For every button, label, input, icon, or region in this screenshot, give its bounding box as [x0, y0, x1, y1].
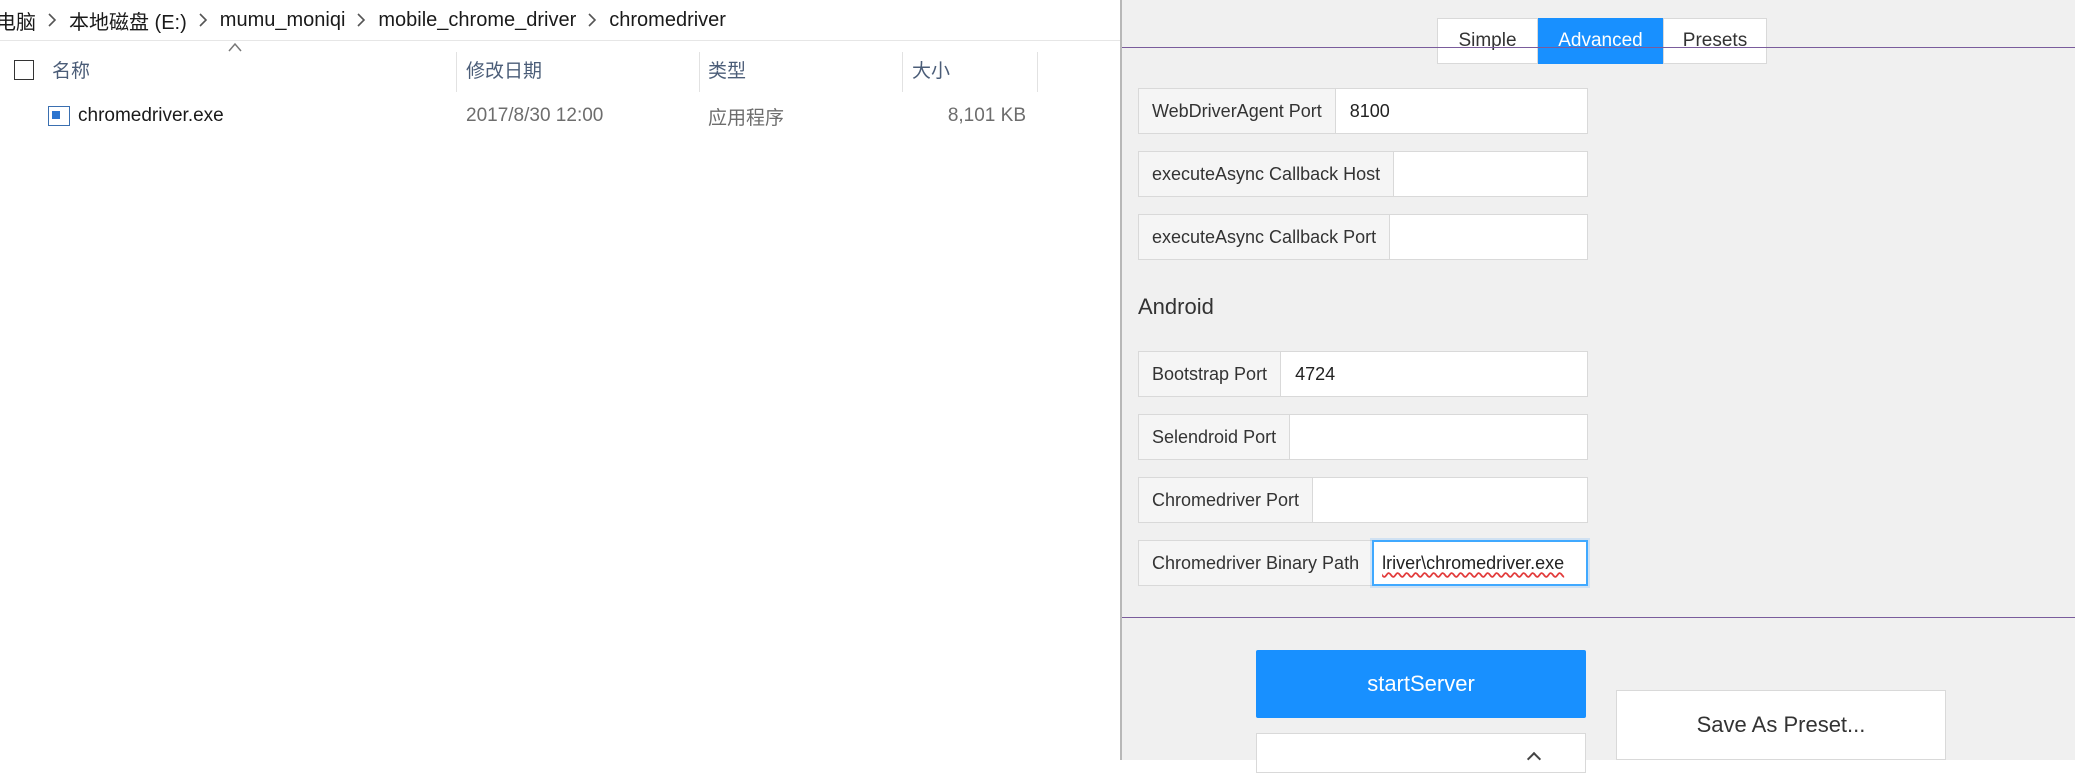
- breadcrumb: 电脑 本地磁盘 (E:) mumu_moniqi mobile_chrome_d…: [0, 0, 1120, 41]
- exe-file-icon: [48, 106, 70, 126]
- appium-server-panel: Simple Advanced Presets WebDriverAgent P…: [1120, 0, 2075, 773]
- breadcrumb-item[interactable]: mumu_moniqi: [218, 9, 348, 32]
- file-type: 应用程序: [708, 107, 785, 129]
- column-header-modified[interactable]: 修改日期: [466, 48, 542, 90]
- bootstrap-port-field: Bootstrap Port 4724: [1138, 351, 1588, 397]
- executeasync-callback-port-field: executeAsync Callback Port: [1138, 214, 1588, 260]
- start-server-button[interactable]: startServer: [1256, 650, 1586, 718]
- file-list-row[interactable]: chromedriver.exe 2017/8/30 12:00 应用程序 8,…: [40, 96, 1040, 136]
- tab-divider: [1122, 47, 2075, 48]
- executeasync-callback-host-field: executeAsync Callback Host: [1138, 151, 1588, 197]
- field-label: WebDriverAgent Port: [1138, 88, 1335, 134]
- secondary-button[interactable]: [1256, 733, 1586, 773]
- file-name[interactable]: chromedriver.exe: [78, 96, 224, 136]
- field-label: executeAsync Callback Port: [1138, 214, 1390, 260]
- chromedriver-port-field: Chromedriver Port: [1138, 477, 1588, 523]
- chevron-right-icon[interactable]: [347, 13, 376, 27]
- chromedriver-binary-path-value: lriver\chromedriver.exe: [1382, 552, 1565, 573]
- column-divider[interactable]: [699, 52, 700, 92]
- chevron-right-icon[interactable]: [189, 13, 218, 27]
- webdriveragent-port-input[interactable]: 8100: [1334, 88, 1588, 134]
- column-header-type[interactable]: 类型: [708, 48, 746, 90]
- column-header-name[interactable]: 名称: [52, 48, 90, 90]
- field-label: executeAsync Callback Host: [1138, 151, 1394, 197]
- executeasync-callback-port-input[interactable]: [1389, 214, 1588, 260]
- breadcrumb-item[interactable]: chromedriver: [607, 9, 728, 32]
- field-label: Chromedriver Binary Path: [1138, 540, 1373, 586]
- mode-tabs: Simple Advanced Presets: [1437, 18, 1767, 64]
- column-header-size[interactable]: 大小: [912, 48, 950, 90]
- android-section-title: Android: [1138, 294, 1214, 319]
- section-divider: [1122, 617, 2075, 618]
- field-label: Chromedriver Port: [1138, 477, 1313, 523]
- executeasync-callback-host-input[interactable]: [1393, 151, 1588, 197]
- field-label: Selendroid Port: [1138, 414, 1290, 460]
- column-divider[interactable]: [456, 52, 457, 92]
- breadcrumb-item[interactable]: 电脑: [0, 6, 38, 35]
- chevron-up-icon: [1526, 751, 1542, 767]
- selendroid-port-input[interactable]: [1289, 414, 1588, 460]
- file-size: 8,101 KB: [947, 105, 1026, 126]
- column-divider[interactable]: [1037, 52, 1038, 92]
- selendroid-port-field: Selendroid Port: [1138, 414, 1588, 460]
- chevron-right-icon[interactable]: [38, 13, 67, 27]
- tab-simple[interactable]: Simple: [1437, 18, 1538, 64]
- file-modified: 2017/8/30 12:00: [466, 105, 604, 126]
- breadcrumb-item[interactable]: mobile_chrome_driver: [376, 9, 578, 32]
- tab-presets[interactable]: Presets: [1663, 18, 1767, 64]
- chromedriver-binary-path-field: Chromedriver Binary Path lriver\chromedr…: [1138, 540, 1588, 586]
- tab-advanced[interactable]: Advanced: [1538, 18, 1663, 64]
- column-divider[interactable]: [902, 52, 903, 92]
- chromedriver-port-input[interactable]: [1312, 477, 1588, 523]
- field-label: Bootstrap Port: [1138, 351, 1281, 397]
- save-as-preset-button[interactable]: Save As Preset...: [1616, 690, 1946, 760]
- chromedriver-binary-path-input[interactable]: lriver\chromedriver.exe: [1372, 540, 1588, 586]
- file-explorer: 电脑 本地磁盘 (E:) mumu_moniqi mobile_chrome_d…: [0, 0, 1120, 760]
- breadcrumb-item[interactable]: 本地磁盘 (E:): [67, 6, 189, 35]
- bootstrap-port-input[interactable]: 4724: [1280, 351, 1588, 397]
- webdriveragent-port-field: WebDriverAgent Port 8100: [1138, 88, 1588, 134]
- column-header-row: 名称 修改日期 类型 大小: [0, 48, 1040, 92]
- chevron-right-icon[interactable]: [578, 13, 607, 27]
